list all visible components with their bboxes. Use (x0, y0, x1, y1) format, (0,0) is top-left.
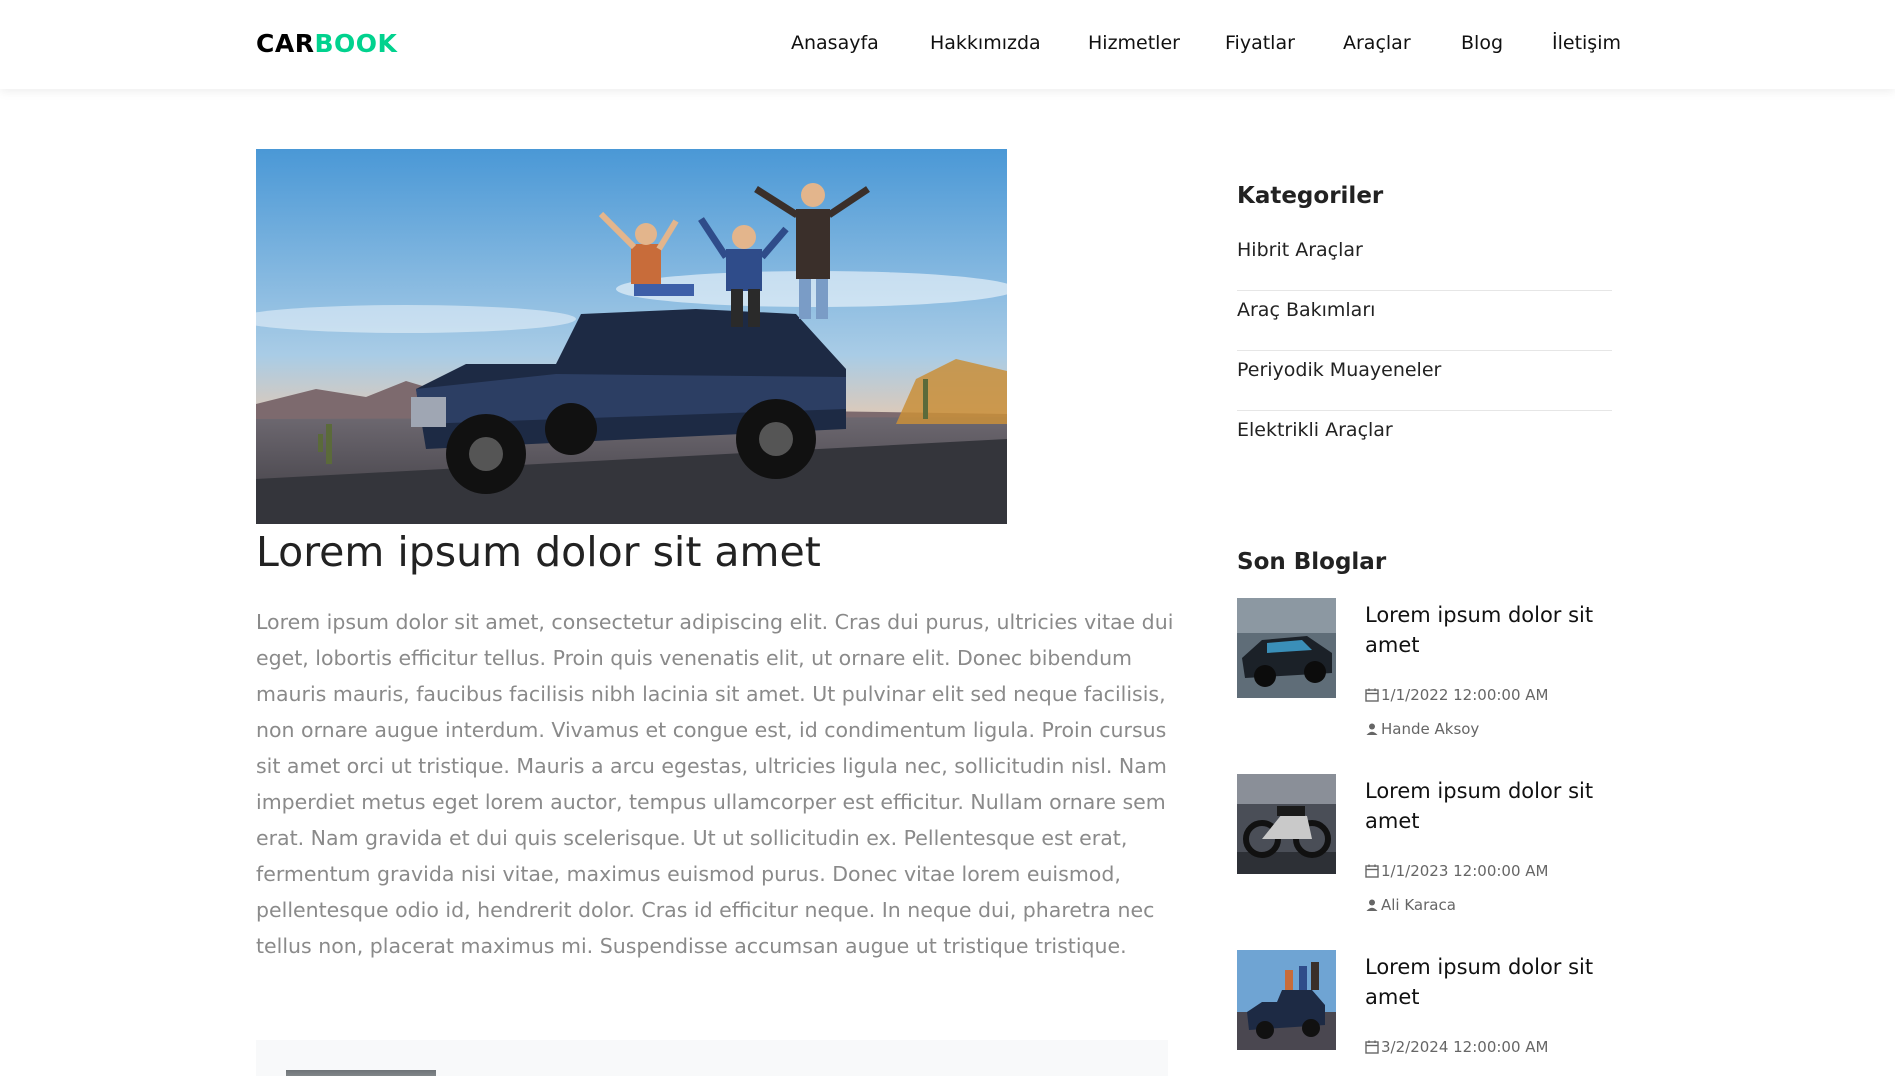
jeep-photo (1237, 950, 1336, 1050)
recent-blogs-heading: Son Bloglar (1237, 549, 1387, 575)
recent-blog-date: 1/1/2023 12:00:00 AM (1365, 862, 1548, 882)
recent-blog-author-text: Hande Aksoy (1381, 720, 1480, 738)
recent-blog-title[interactable]: Lorem ipsum dolor sit amet (1365, 776, 1605, 836)
categories-list: Hibrit Araçlar Araç Bakımları Periyodik … (1237, 231, 1612, 471)
category-item[interactable]: Hibrit Araçlar (1237, 231, 1612, 291)
calendar-icon (1365, 864, 1379, 882)
recent-blog-date-text: 1/1/2023 12:00:00 AM (1381, 862, 1549, 880)
recent-blog-title[interactable]: Lorem ipsum dolor sit amet (1365, 600, 1605, 660)
recent-blog-author: Ali Karaca (1365, 896, 1456, 916)
calendar-icon (1365, 1040, 1379, 1058)
recent-blog-thumbnail[interactable] (1237, 950, 1336, 1050)
nav-item-services[interactable]: Hizmetler (1088, 32, 1180, 54)
nav-item-home[interactable]: Anasayfa (791, 32, 879, 54)
nav-item-vehicles[interactable]: Araçlar (1343, 32, 1411, 54)
author-thumbnail (286, 1070, 436, 1076)
nav-item-blog[interactable]: Blog (1461, 32, 1503, 54)
nav-item-about[interactable]: Hakkımızda (930, 32, 1041, 54)
recent-blog-item[interactable]: Lorem ipsum dolor sit amet 3/2/2024 12:0… (1237, 950, 1617, 1076)
motorcycle-photo (1237, 774, 1336, 874)
recent-blog-author-text: Ali Karaca (1381, 896, 1456, 914)
recent-blog-author: Hande Aksoy (1365, 720, 1479, 740)
recent-blog-title[interactable]: Lorem ipsum dolor sit amet (1365, 952, 1605, 1012)
sports-car-photo (1237, 598, 1336, 698)
nav-item-contact[interactable]: İletişim (1552, 32, 1621, 54)
categories-heading: Kategoriler (1237, 183, 1384, 209)
main-nav: Anasayfa Hakkımızda Hizmetler Fiyatlar A… (0, 32, 1895, 58)
recent-blog-item[interactable]: Lorem ipsum dolor sit amet 1/1/2023 12:0… (1237, 774, 1617, 924)
author-box (256, 1040, 1168, 1076)
post-title: Lorem ipsum dolor sit amet (256, 528, 821, 576)
recent-blog-thumbnail[interactable] (1237, 598, 1336, 698)
recent-blog-date-text: 3/2/2024 12:00:00 AM (1381, 1038, 1549, 1056)
recent-blog-item[interactable]: Lorem ipsum dolor sit amet 1/1/2022 12:0… (1237, 598, 1617, 748)
nav-item-pricing[interactable]: Fiyatlar (1225, 32, 1295, 54)
person-icon (1365, 898, 1379, 916)
recent-blog-date: 3/2/2024 12:00:00 AM (1365, 1038, 1548, 1058)
calendar-icon (1365, 688, 1379, 706)
navbar: CARBOOK Anasayfa Hakkımızda Hizmetler Fi… (0, 0, 1895, 89)
category-item[interactable]: Araç Bakımları (1237, 291, 1612, 351)
recent-blog-date-text: 1/1/2022 12:00:00 AM (1381, 686, 1549, 704)
category-item[interactable]: Periyodik Muayeneler (1237, 351, 1612, 411)
post-body: Lorem ipsum dolor sit amet, consectetur … (256, 610, 1174, 958)
category-item[interactable]: Elektrikli Araçlar (1237, 411, 1612, 471)
recent-blog-date: 1/1/2022 12:00:00 AM (1365, 686, 1548, 706)
post-hero-image (256, 149, 1007, 524)
jeep-with-friends-photo (256, 149, 1007, 524)
person-icon (1365, 722, 1379, 740)
recent-blog-thumbnail[interactable] (1237, 774, 1336, 874)
